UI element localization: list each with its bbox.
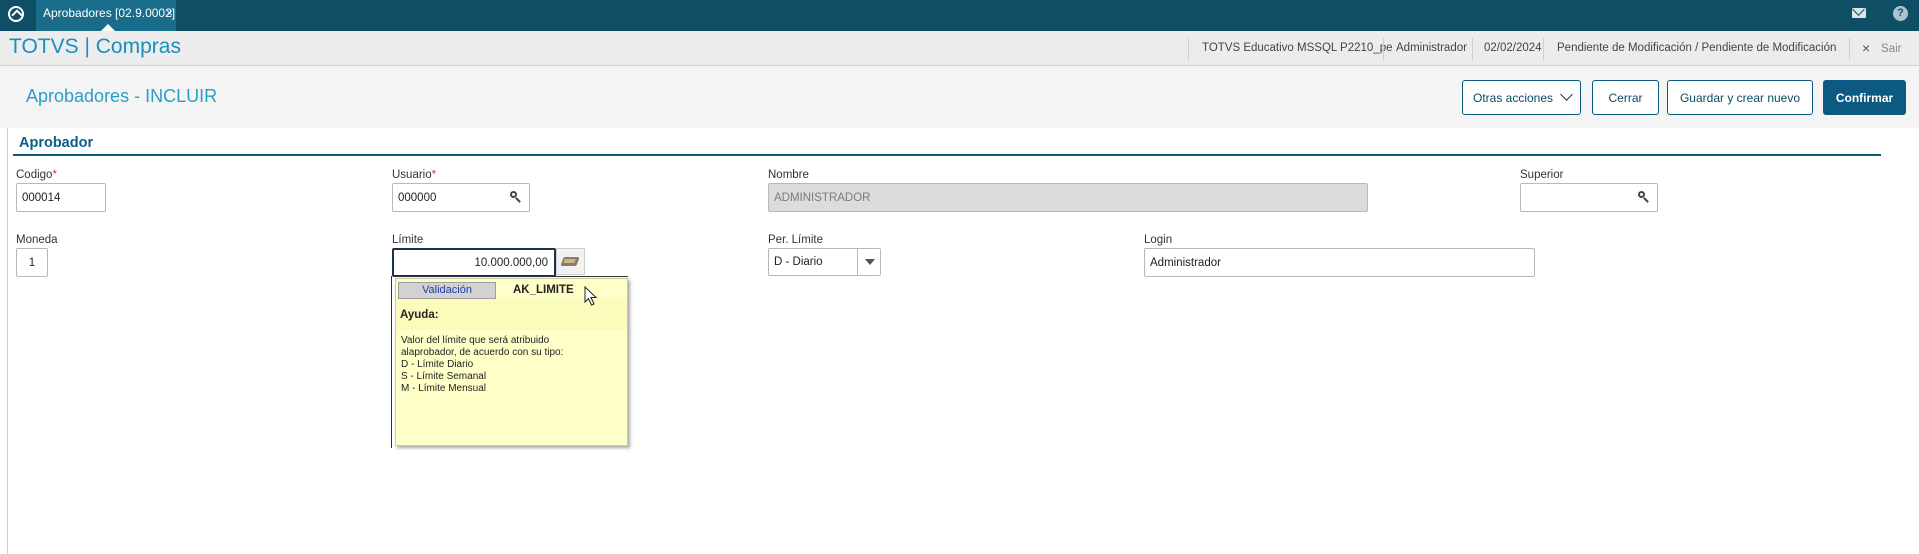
status-label: Pendiente de Modificación / Pendiente de… bbox=[1557, 42, 1837, 54]
header-divider bbox=[1849, 38, 1850, 60]
section-divider bbox=[13, 154, 1881, 156]
environment-label: TOTVS Educativo MSSQL P2210_pe bbox=[1202, 42, 1393, 54]
header-divider bbox=[1472, 38, 1473, 60]
superior-label: Superior bbox=[1520, 169, 1564, 181]
login-input[interactable]: Administrador bbox=[1144, 248, 1535, 277]
codigo-input[interactable]: 000014 bbox=[16, 183, 106, 212]
tooltip-help-text: Valor del límite que será atribuido alap… bbox=[401, 335, 564, 394]
tooltip-anchor-line bbox=[391, 276, 392, 448]
tooltip-anchor-line bbox=[548, 276, 628, 277]
required-marker: * bbox=[52, 169, 57, 181]
usuario-label: Usuario* bbox=[392, 169, 437, 181]
app-logo-icon[interactable] bbox=[8, 6, 24, 22]
tooltip-field-code: AK_LIMITE bbox=[513, 284, 574, 296]
search-icon[interactable] bbox=[510, 191, 521, 202]
help-icon[interactable]: ? bbox=[1893, 6, 1908, 21]
nombre-label: Nombre bbox=[768, 169, 809, 181]
limite-label: Límite bbox=[392, 234, 424, 246]
other-actions-label: Otras acciones bbox=[1473, 90, 1554, 105]
chevron-down-icon[interactable] bbox=[857, 248, 881, 276]
tab-active-indicator bbox=[101, 24, 115, 31]
validation-tab[interactable]: Validación bbox=[398, 282, 496, 299]
exit-icon[interactable]: × bbox=[1862, 40, 1870, 56]
confirm-button[interactable]: Confirmar bbox=[1823, 80, 1906, 115]
content-border bbox=[7, 128, 8, 554]
nombre-field: ADMINISTRADOR bbox=[768, 183, 1368, 212]
brand-title: TOTVS | Compras bbox=[9, 35, 181, 58]
moneda-label: Moneda bbox=[16, 234, 58, 246]
login-label: Login bbox=[1144, 234, 1173, 246]
header-divider bbox=[1383, 38, 1384, 60]
required-marker: * bbox=[431, 169, 437, 181]
moneda-input[interactable]: 1 bbox=[16, 248, 48, 277]
tab-close-icon[interactable]: × bbox=[166, 6, 173, 20]
codigo-label: Codigo* bbox=[16, 169, 57, 181]
header-divider bbox=[1188, 38, 1189, 60]
page-title: Aprobadores - INCLUIR bbox=[26, 86, 218, 106]
tab-label: Aprobadores [02.9.0002] bbox=[43, 6, 176, 20]
search-icon[interactable] bbox=[1638, 191, 1649, 202]
mail-icon[interactable] bbox=[1852, 8, 1866, 18]
save-and-new-button[interactable]: Guardar y crear nuevo bbox=[1667, 80, 1813, 115]
tooltip-help-title: Ayuda: bbox=[400, 309, 439, 321]
per-limite-label: Per. Límite bbox=[768, 234, 823, 246]
calculator-icon bbox=[560, 257, 580, 266]
close-button[interactable]: Cerrar bbox=[1592, 80, 1659, 115]
limite-input[interactable]: 10.000.000,00 bbox=[392, 248, 556, 277]
header-divider bbox=[1543, 38, 1544, 60]
date-label: 02/02/2024 bbox=[1484, 42, 1542, 54]
exit-button[interactable]: Sair bbox=[1881, 43, 1901, 55]
section-title: Aprobador bbox=[19, 135, 94, 151]
user-label: Administrador bbox=[1396, 42, 1467, 54]
window-tab-bar bbox=[0, 0, 1919, 31]
